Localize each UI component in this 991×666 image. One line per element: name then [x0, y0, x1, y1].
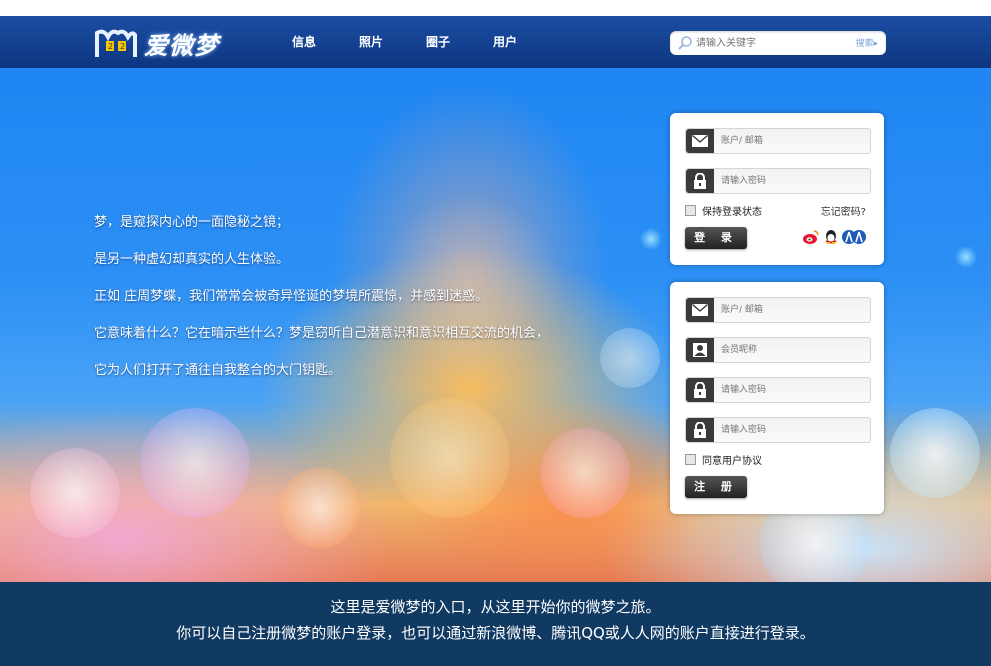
register-password-field	[685, 377, 871, 403]
register-confirm-password-input[interactable]	[721, 421, 861, 439]
bokeh-light	[390, 398, 510, 518]
svg-text:2: 2	[120, 42, 125, 51]
register-confirm-password-field	[685, 417, 871, 443]
footer: 这里是爱微梦的入口，从这里开始你的微梦之旅。 你可以自己注册微梦的账户登录，也可…	[0, 582, 991, 666]
login-button[interactable]: 登 录	[685, 227, 747, 249]
main-nav: 信息 照片 圈子 用户	[292, 16, 560, 68]
top-strip	[0, 0, 991, 16]
svg-text:2: 2	[108, 42, 113, 51]
register-button[interactable]: 注 册	[685, 476, 747, 498]
logo-mark-icon: 2 2	[94, 27, 138, 59]
remember-me-label: 保持登录状态	[702, 207, 762, 218]
register-account-field	[685, 297, 871, 323]
remember-me-checkbox[interactable]: 保持登录状态	[685, 203, 762, 218]
forgot-password-link[interactable]: 忘记密码?	[821, 203, 866, 218]
bokeh-light	[140, 408, 250, 518]
bokeh-light	[890, 408, 980, 498]
social-login	[802, 229, 866, 249]
bokeh-light	[955, 246, 977, 268]
lock-icon	[686, 378, 714, 402]
weibo-icon[interactable]	[802, 229, 820, 249]
login-panel: 保持登录状态 忘记密码? 登 录	[670, 113, 884, 265]
checkbox-box[interactable]	[685, 454, 696, 465]
logo-text: 爱微梦	[144, 31, 219, 60]
bokeh-light	[640, 228, 662, 250]
intro-line: 它意味着什么？它在暗示些什么？梦是窃听自己潜意识和意识相互交流的机会，	[94, 326, 550, 341]
nav-item-photos[interactable]: 照片	[359, 16, 426, 68]
intro-text: 梦，是窥探内心的一面隐秘之镜； 是另一种虚幻却真实的人生体验。 正如 庄周梦蝶，…	[94, 214, 614, 399]
mail-icon	[686, 298, 714, 322]
checkbox-box[interactable]	[685, 205, 696, 216]
login-password-field	[685, 168, 871, 194]
login-account-input[interactable]	[721, 132, 861, 150]
qq-icon[interactable]	[824, 229, 838, 249]
bokeh-light	[280, 468, 360, 548]
top-navbar: 2 2 爱微梦 信息 照片 圈子 用户 搜索▸	[0, 16, 991, 69]
lock-icon	[686, 418, 714, 442]
intro-line: 正如 庄周梦蝶，我们常常会被奇异怪诞的梦境所震惊，并感到迷惑。	[94, 289, 489, 304]
register-nickname-field	[685, 337, 871, 363]
bokeh-light	[540, 428, 630, 518]
logo[interactable]: 2 2 爱微梦	[94, 26, 219, 60]
hero-background: 梦，是窥探内心的一面隐秘之镜； 是另一种虚幻却真实的人生体验。 正如 庄周梦蝶，…	[0, 68, 991, 582]
bokeh-light	[30, 448, 120, 538]
agree-terms-checkbox[interactable]: 同意用户协议	[685, 452, 762, 467]
renren-icon[interactable]	[842, 229, 866, 249]
lock-icon	[686, 169, 714, 193]
search-input[interactable]	[696, 34, 836, 52]
agree-terms-label: 同意用户协议	[702, 456, 762, 467]
search-icon	[677, 35, 693, 51]
mail-icon	[686, 129, 714, 153]
register-nickname-input[interactable]	[721, 341, 861, 359]
register-account-input[interactable]	[721, 301, 861, 319]
nav-item-users[interactable]: 用户	[493, 16, 560, 68]
intro-line: 是另一种虚幻却真实的人生体验。	[94, 252, 290, 267]
search-button[interactable]: 搜索▸	[855, 36, 878, 49]
login-password-input[interactable]	[721, 172, 861, 190]
footer-line-1: 这里是爱微梦的入口，从这里开始你的微梦之旅。	[330, 598, 661, 616]
intro-line: 它为人们打开了通往自我整合的大门钥匙。	[94, 363, 342, 378]
nav-item-circles[interactable]: 圈子	[426, 16, 493, 68]
search-box: 搜索▸	[670, 31, 886, 55]
register-password-input[interactable]	[721, 381, 861, 399]
login-account-field	[685, 128, 871, 154]
intro-line: 梦，是窥探内心的一面隐秘之镜；	[94, 215, 290, 230]
footer-line-2: 你可以自己注册微梦的账户登录，也可以通过新浪微博、腾讯QQ或人人网的账户直接进行…	[176, 624, 815, 642]
user-icon	[686, 338, 714, 362]
register-panel: 同意用户协议 注 册	[670, 282, 884, 514]
nav-item-info[interactable]: 信息	[292, 16, 359, 68]
